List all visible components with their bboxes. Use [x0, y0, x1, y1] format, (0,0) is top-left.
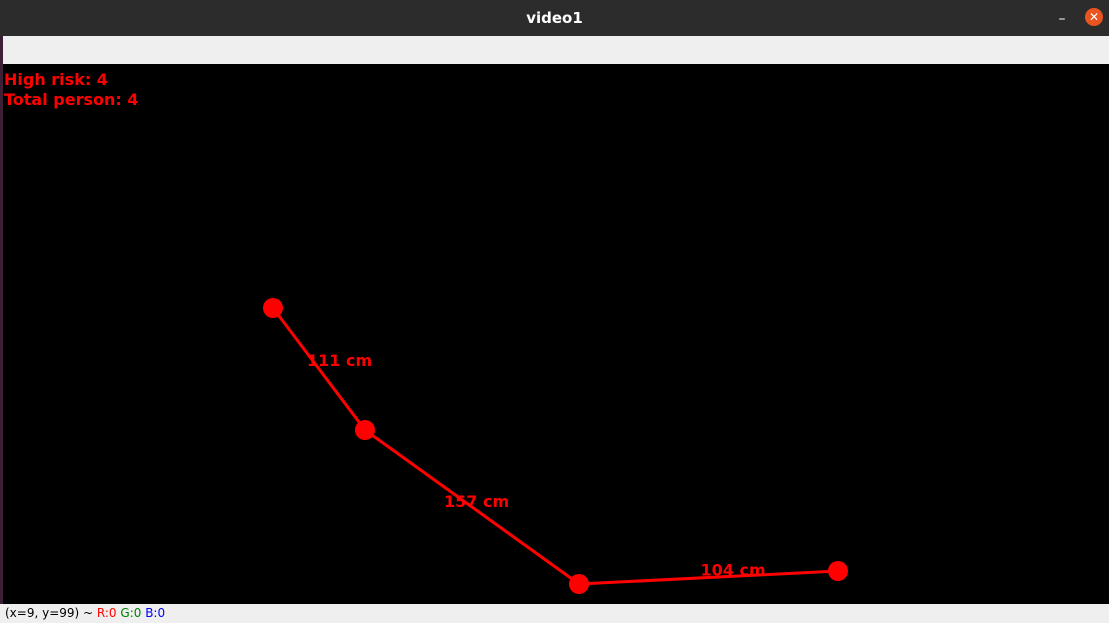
title-bar[interactable]: video1 – ✕: [0, 0, 1109, 36]
distance-label: 104 cm: [701, 561, 766, 580]
pixel-g-value: G:0: [120, 606, 142, 620]
video-frame: High risk: 4 Total person: 4 111 cm 157 c…: [4, 70, 848, 594]
minimize-icon: –: [1058, 11, 1066, 27]
close-icon: ✕: [1088, 10, 1100, 24]
app-window: video1 – ✕ High risk: 4 Total person: 4 …: [0, 0, 1109, 623]
distance-labels: 111 cm 157 cm 104 cm: [307, 351, 766, 580]
person-marker: [569, 574, 589, 594]
high-risk-count: High risk: 4: [4, 70, 108, 89]
distance-label: 111 cm: [307, 351, 372, 370]
close-button[interactable]: ✕: [1085, 8, 1103, 26]
distance-label: 157 cm: [444, 492, 509, 511]
window-title: video1: [526, 9, 583, 27]
pixel-b-value: B:0: [145, 606, 166, 620]
person-marker: [355, 420, 375, 440]
cursor-coords: (x=9, y=99) ~: [5, 606, 94, 620]
person-marker: [828, 561, 848, 581]
toolbar: [3, 36, 1109, 64]
pixel-r-value: R:0: [96, 606, 117, 620]
pixel-readout: (x=9, y=99) ~ R:0 G:0 B:0: [5, 604, 165, 623]
minimize-button[interactable]: –: [1052, 6, 1072, 30]
person-markers: [263, 298, 848, 594]
video-canvas[interactable]: High risk: 4 Total person: 4 111 cm 157 c…: [3, 64, 1109, 604]
status-bar: (x=9, y=99) ~ R:0 G:0 B:0: [0, 604, 1109, 623]
total-person-count: Total person: 4: [4, 90, 138, 109]
distance-lines: [271, 307, 839, 586]
person-marker: [263, 298, 283, 318]
